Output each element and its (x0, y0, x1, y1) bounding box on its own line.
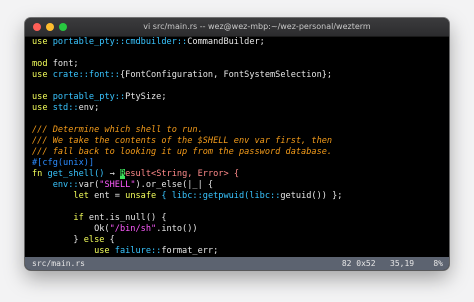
code-token: {FontConfiguration, FontSystemSelection}… (119, 70, 333, 80)
code-line: fn get_shell() → Result<String, Error> { (25, 169, 449, 180)
code-token: use (32, 103, 48, 113)
code-token: var( (78, 180, 100, 190)
code-token: CommandBuilder; (187, 37, 265, 47)
code-token: get_shell() (42, 169, 110, 179)
code-token: unsafe (125, 191, 157, 201)
code-token: env; (78, 103, 100, 113)
code-line: } else { (25, 235, 449, 246)
terminal-window: vi src/main.rs -- wez@wez-mbp:~/wez-pers… (25, 18, 449, 270)
code-token: use (32, 37, 48, 47)
code-line: #[cfg(unix)] (25, 158, 449, 169)
code-line: use portable_pty::cmdbuilder::CommandBui… (25, 37, 449, 48)
code-token: PtySize; (125, 92, 167, 102)
code-token: { libc:: (156, 191, 203, 201)
status-position-info: 82 0x52 35,19 8% (341, 259, 443, 268)
code-token: esult<String, Error> { (125, 169, 239, 179)
code-token: use (32, 70, 48, 80)
code-token: /// fall back to looking it up from the … (32, 147, 333, 157)
code-token: mod (32, 59, 48, 69)
code-token: fn (32, 169, 43, 179)
code-token: font; (47, 59, 79, 69)
code-token: /// We take the contents of the $SHELL e… (32, 136, 333, 146)
code-line: use failure::format_err; (25, 246, 449, 257)
code-line: use std::env; (25, 103, 449, 114)
code-token: "SHELL" (99, 180, 136, 190)
code-token: format_err; (161, 246, 219, 256)
code-token: env:: (32, 180, 79, 190)
code-token: #[cfg(unix)] (32, 158, 95, 168)
code-token: cmdbuilder:: (125, 37, 188, 47)
code-line: Ok("/bin/sh".into()) (25, 224, 449, 235)
minimize-window-button[interactable] (46, 23, 54, 31)
code-token: ent.is_null() { (83, 213, 167, 223)
code-token: Ok( (32, 224, 110, 234)
code-token: { (104, 235, 115, 245)
code-token: failure:: (109, 246, 162, 256)
code-token: let (32, 191, 89, 201)
code-line: use crate::font::{FontConfiguration, Fon… (25, 70, 449, 81)
code-token: else (83, 235, 105, 245)
code-line: /// We take the contents of the $SHELL e… (25, 136, 449, 147)
code-line: /// Determine which shell to run. (25, 125, 449, 136)
code-line: env::var("SHELL").or_else(|_| { (25, 180, 449, 191)
code-token: .into()) (156, 224, 198, 234)
window-title: vi src/main.rs -- wez@wez-mbp:~/wez-pers… (143, 22, 371, 31)
status-file-name: src/main.rs (32, 259, 85, 268)
code-token: use (32, 92, 48, 102)
code-token: use (32, 246, 110, 256)
code-token: ent = (88, 191, 126, 201)
code-token: → (109, 169, 120, 179)
code-token: } (32, 235, 84, 245)
code-line: let ent = unsafe { libc::getpwuid(libc::… (25, 191, 449, 202)
code-token: std:: (47, 103, 79, 113)
code-token: portable_pty:: (47, 92, 126, 102)
maximize-window-button[interactable] (59, 23, 67, 31)
close-window-button[interactable] (33, 23, 41, 31)
code-token: if (32, 213, 84, 223)
code-token: portable_pty:: (47, 37, 126, 47)
code-line: if ent.is_null() { (25, 213, 449, 224)
title-bar[interactable]: vi src/main.rs -- wez@wez-mbp:~/wez-pers… (25, 18, 449, 37)
code-token: getpwuid(libc:: (202, 191, 281, 201)
code-line: /// fall back to looking it up from the … (25, 147, 449, 158)
code-token: crate::font:: (47, 70, 120, 80)
code-line: use portable_pty::PtySize; (25, 92, 449, 103)
code-token: /// Determine which shell to run. (32, 125, 203, 135)
status-bar: src/main.rs 82 0x52 35,19 8% (25, 257, 449, 270)
code-editor[interactable]: use portable_pty::cmdbuilder::CommandBui… (25, 37, 449, 257)
code-token: "/bin/sh" (109, 224, 157, 234)
code-line: mod font; (25, 59, 449, 70)
code-token: ).or_else(|_| { (135, 180, 214, 190)
code-token: getuid()) }; (280, 191, 343, 201)
